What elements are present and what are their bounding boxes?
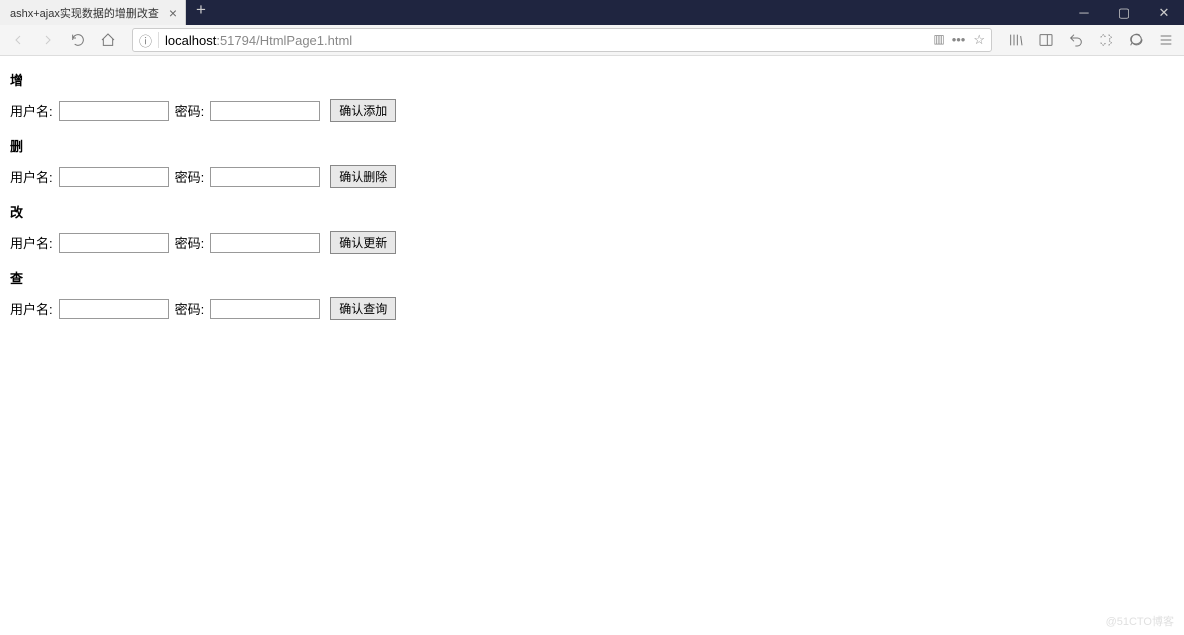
close-tab-icon[interactable]: × bbox=[169, 5, 177, 21]
delete-user-input[interactable] bbox=[59, 167, 169, 187]
reload-button[interactable] bbox=[66, 28, 90, 52]
maximize-button[interactable]: ▢ bbox=[1104, 0, 1144, 25]
query-button[interactable]: 确认查询 bbox=[330, 297, 396, 320]
library-icon[interactable] bbox=[1004, 28, 1028, 52]
delete-pwd-label: 密码: bbox=[175, 167, 205, 186]
browser-tab[interactable]: ashx+ajax实现数据的增删改查 × bbox=[0, 0, 186, 25]
back-button[interactable] bbox=[6, 28, 30, 52]
address-bar[interactable]: ⓘ localhost:51794/HtmlPage1.html ▥ ••• ☆ bbox=[132, 28, 992, 52]
toolbar: ⓘ localhost:51794/HtmlPage1.html ▥ ••• ☆ bbox=[0, 25, 1184, 56]
query-pwd-input[interactable] bbox=[210, 299, 320, 319]
delete-pwd-input[interactable] bbox=[210, 167, 320, 187]
add-pwd-label: 密码: bbox=[175, 101, 205, 120]
update-pwd-input[interactable] bbox=[210, 233, 320, 253]
undo-icon[interactable] bbox=[1064, 28, 1088, 52]
forward-button[interactable] bbox=[36, 28, 60, 52]
section-query-title: 查 bbox=[10, 268, 1174, 287]
section-add-title: 增 bbox=[10, 70, 1174, 89]
query-form-row: 用户名: 密码: 确认查询 bbox=[10, 297, 1174, 320]
update-button[interactable]: 确认更新 bbox=[330, 231, 396, 254]
page-content: 增 用户名: 密码: 确认添加 删 用户名: 密码: 确认删除 改 用户名: 密… bbox=[0, 56, 1184, 334]
window-controls: ─ ▢ ✕ bbox=[1064, 0, 1184, 25]
delete-button[interactable]: 确认删除 bbox=[330, 165, 396, 188]
update-user-label: 用户名: bbox=[10, 233, 53, 252]
new-tab-button[interactable]: + bbox=[186, 0, 216, 20]
url-text[interactable]: localhost:51794/HtmlPage1.html bbox=[165, 33, 925, 48]
query-user-label: 用户名: bbox=[10, 299, 53, 318]
titlebar: ashx+ajax实现数据的增删改查 × + ─ ▢ ✕ bbox=[0, 0, 1184, 25]
query-user-input[interactable] bbox=[59, 299, 169, 319]
update-pwd-label: 密码: bbox=[175, 233, 205, 252]
minimize-button[interactable]: ─ bbox=[1064, 0, 1104, 25]
clip-icon[interactable] bbox=[1094, 28, 1118, 52]
menu-button[interactable] bbox=[1154, 28, 1178, 52]
sidebar-icon[interactable] bbox=[1034, 28, 1058, 52]
section-update-title: 改 bbox=[10, 202, 1174, 221]
update-form-row: 用户名: 密码: 确认更新 bbox=[10, 231, 1174, 254]
watermark: @51CTO博客 bbox=[1106, 613, 1174, 629]
info-icon[interactable]: ⓘ bbox=[139, 31, 152, 50]
delete-user-label: 用户名: bbox=[10, 167, 53, 186]
bookmark-icon[interactable]: ☆ bbox=[973, 32, 985, 48]
close-window-button[interactable]: ✕ bbox=[1144, 0, 1184, 25]
query-pwd-label: 密码: bbox=[175, 299, 205, 318]
delete-form-row: 用户名: 密码: 确认删除 bbox=[10, 165, 1174, 188]
add-user-input[interactable] bbox=[59, 101, 169, 121]
add-form-row: 用户名: 密码: 确认添加 bbox=[10, 99, 1174, 122]
home-button[interactable] bbox=[96, 28, 120, 52]
chat-icon[interactable] bbox=[1124, 28, 1148, 52]
section-delete-title: 删 bbox=[10, 136, 1174, 155]
add-button[interactable]: 确认添加 bbox=[330, 99, 396, 122]
reader-icon[interactable]: ▥ bbox=[933, 32, 943, 48]
add-pwd-input[interactable] bbox=[210, 101, 320, 121]
tab-title: ashx+ajax实现数据的增删改查 bbox=[10, 5, 159, 21]
more-icon[interactable]: ••• bbox=[952, 32, 966, 48]
update-user-input[interactable] bbox=[59, 233, 169, 253]
add-user-label: 用户名: bbox=[10, 101, 53, 120]
